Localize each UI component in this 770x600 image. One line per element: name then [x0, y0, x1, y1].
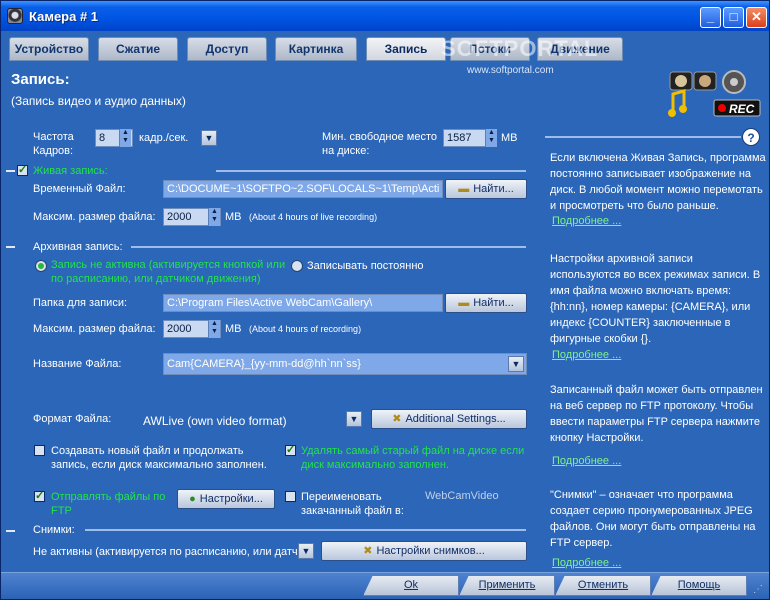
help-button[interactable]: Помощь: [651, 575, 747, 596]
live-max-size-label: Максим. размер файла:: [33, 211, 156, 223]
snapshots-settings-button[interactable]: ✖ Настройки снимков...: [321, 541, 527, 561]
folder-find-button[interactable]: ▬ Найти...: [445, 293, 527, 313]
archive-separator: [131, 246, 526, 248]
temp-file-input[interactable]: C:\DOCUME~1\SOFTPO~2.SOF\LOCALS~1\Temp\A…: [163, 180, 443, 198]
help-ftp-more-link[interactable]: Подробнее ...: [552, 455, 621, 467]
send-files-label: Отправлять файлы по FTP: [51, 491, 166, 517]
delete-old-label: Удалять самый старый файл на диске если …: [301, 445, 525, 471]
live-record-checkbox[interactable]: ✓: [17, 165, 28, 176]
globe-icon: ●: [189, 493, 196, 505]
tab-record[interactable]: Запись: [366, 37, 446, 61]
archive-always-label: Записывать постоянно: [307, 260, 424, 272]
format-value[interactable]: AWLive (own video format): [143, 414, 287, 428]
cancel-button[interactable]: Отменить: [555, 575, 651, 596]
camera-app-icon: [7, 8, 23, 24]
send-files-checkbox[interactable]: ✓: [34, 491, 45, 502]
watermark-url: www.softportal.com: [467, 65, 554, 76]
framerate-label: Частота Кадров:: [33, 131, 74, 157]
filename-input[interactable]: Cam{CAMERA}_{yy-mm-dd@hh`nn`ss}: [163, 353, 527, 375]
free-space-spinner[interactable]: ▲ ▼: [485, 129, 497, 147]
framerate-spinner[interactable]: ▲ ▼: [119, 129, 131, 147]
rec-logo-text: REC: [729, 102, 755, 116]
rename-value[interactable]: WebCamVideo: [425, 490, 499, 502]
ftp-settings-button[interactable]: ● Настройки...: [177, 489, 275, 509]
live-record-label: Живая запись:: [33, 165, 108, 177]
help-live-more-link[interactable]: Подробнее ...: [552, 215, 621, 227]
snapshots-separator: [85, 529, 526, 531]
framerate-dropdown-icon[interactable]: ▼: [201, 130, 217, 146]
archive-inactive-label: Запись не активна (активируется кнопкой …: [51, 259, 286, 285]
apply-button[interactable]: Применить: [459, 575, 555, 596]
ok-button[interactable]: Ok: [363, 575, 459, 596]
free-space-unit: MB: [501, 132, 518, 144]
framerate-unit: кадр./сек.: [139, 132, 189, 144]
help-archive-text: Настройки архивной записи используются в…: [550, 253, 761, 345]
archive-inactive-radio[interactable]: [35, 260, 47, 272]
temp-file-find-button[interactable]: ▬ Найти...: [445, 179, 527, 199]
archive-always-radio[interactable]: [291, 260, 303, 272]
camera-settings-window: Камера # 1 _ □ ✕ Устройство Сжатие Досту…: [0, 0, 770, 600]
format-label: Формат Файла:: [33, 413, 112, 425]
window-title: Камера # 1: [29, 9, 99, 24]
close-button[interactable]: ✕: [746, 7, 767, 28]
title-bar[interactable]: Камера # 1 _ □ ✕: [1, 1, 769, 31]
help-archive-more-link[interactable]: Подробнее ...: [552, 349, 621, 361]
maximize-button[interactable]: □: [723, 7, 744, 28]
page-subtitle: (Запись видео и аудио данных): [11, 94, 186, 108]
archive-max-size-label: Максим. размер файла:: [33, 323, 156, 335]
additional-settings-button[interactable]: ✖ Additional Settings...: [371, 409, 527, 429]
page-title: Запись:: [11, 71, 70, 88]
new-file-label: Создавать новый файл и продолжать запись…: [51, 445, 267, 471]
folder-input[interactable]: C:\Program Files\Active WebCam\Gallery\: [163, 294, 443, 312]
archive-section-label: Архивная запись:: [33, 241, 123, 253]
live-separator: [216, 170, 526, 172]
record-logo-icon: REC: [668, 70, 761, 117]
help-ftp-text: Записанный файл может быть отправлен на …: [550, 384, 763, 444]
help-snapshots-text: "Снимки" – означает что программа создае…: [550, 489, 756, 549]
folder-label: Папка для записи:: [33, 297, 128, 309]
free-space-label: Мин. свободное место на диске:: [322, 131, 438, 157]
minimize-button[interactable]: _: [700, 7, 721, 28]
rename-checkbox[interactable]: [285, 491, 296, 502]
filename-label: Название Файла:: [33, 358, 122, 370]
folder-icon: ▬: [458, 297, 470, 309]
resize-grip-icon[interactable]: ⋰: [753, 584, 763, 595]
temp-file-label: Временный Файл:: [33, 183, 126, 195]
tools-icon: ✖: [363, 545, 373, 557]
archive-max-size-spinner[interactable]: ▲ ▼: [208, 320, 220, 338]
archive-max-size-unit: MB: [225, 323, 242, 335]
live-max-size-note: (About 4 hours of live recording): [249, 212, 378, 222]
snapshots-dropdown-icon[interactable]: ▼: [298, 543, 314, 559]
folder-icon: ▬: [458, 183, 470, 195]
filename-dropdown-icon[interactable]: ▼: [508, 356, 524, 372]
help-icon[interactable]: ?: [742, 128, 760, 146]
live-max-size-unit: MB: [225, 211, 242, 223]
new-file-checkbox[interactable]: [34, 445, 45, 456]
format-dropdown-icon[interactable]: ▼: [346, 411, 362, 427]
tab-picture[interactable]: Картинка: [275, 37, 357, 61]
delete-old-checkbox[interactable]: ✓: [285, 445, 296, 456]
snapshots-section-label: Снимки:: [33, 524, 75, 536]
tab-bar: Устройство Сжатие Доступ Картинка Запись…: [1, 31, 769, 65]
snapshots-mode-value[interactable]: Не активны (активируется по расписанию, …: [33, 546, 299, 558]
archive-max-size-note: (About 4 hours of recording): [249, 324, 362, 334]
tab-device[interactable]: Устройство: [9, 37, 89, 61]
watermark-brand: SOFTPORTAL: [441, 36, 599, 61]
tools-icon: ✖: [392, 413, 402, 425]
help-snapshots-more-link[interactable]: Подробнее ...: [552, 557, 621, 569]
help-live-text: Если включена Живая Запись, программа по…: [550, 152, 766, 212]
rename-label: Переименовать закачанный файл в:: [301, 491, 404, 517]
live-max-size-spinner[interactable]: ▲ ▼: [208, 208, 220, 226]
tab-access[interactable]: Доступ: [187, 37, 267, 61]
help-separator: [545, 136, 741, 138]
tab-compression[interactable]: Сжатие: [98, 37, 178, 61]
